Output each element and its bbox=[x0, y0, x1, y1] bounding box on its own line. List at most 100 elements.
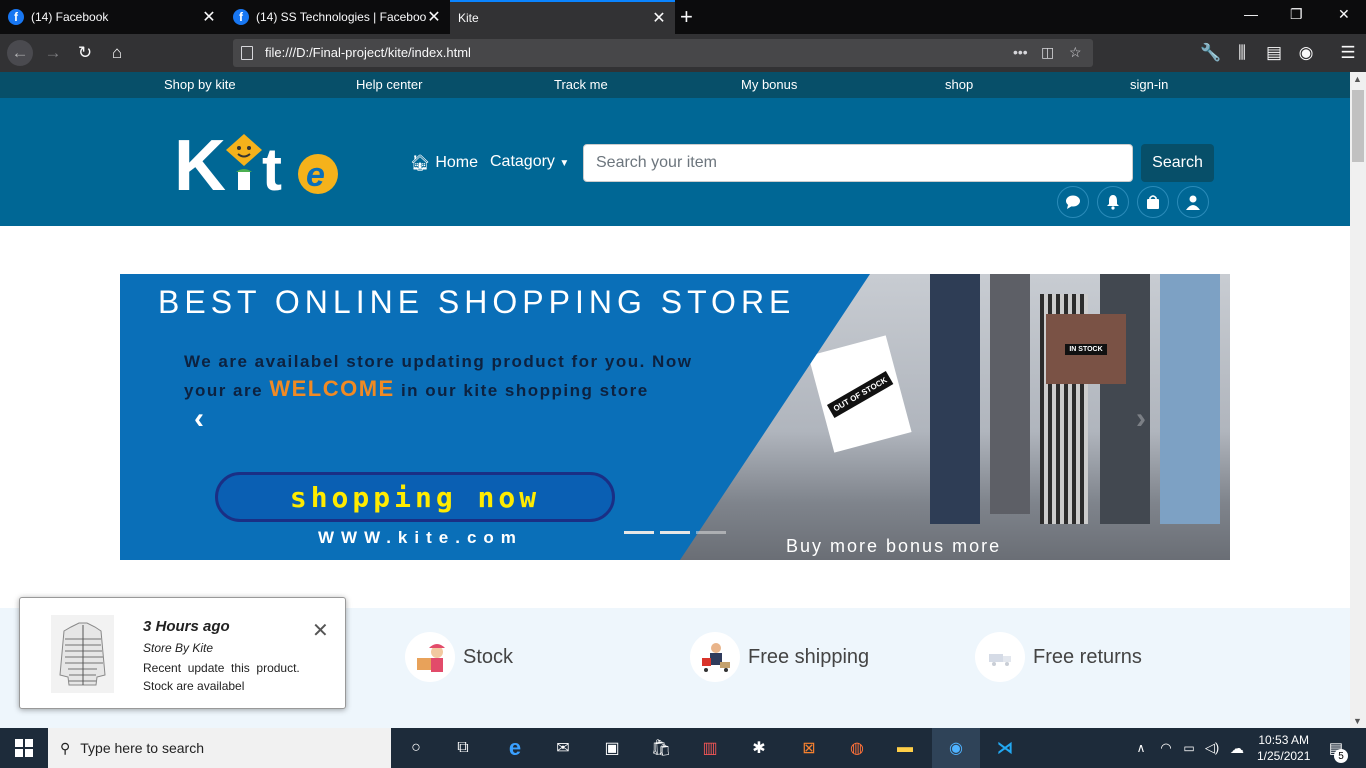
cortana-icon[interactable]: ○ bbox=[404, 736, 428, 760]
carousel-prev-icon[interactable]: ‹ bbox=[194, 402, 204, 436]
sidebar-icon[interactable]: ▤ bbox=[1261, 40, 1287, 66]
library-icon[interactable]: ⫼ bbox=[1229, 40, 1255, 66]
bookmark-star-icon[interactable]: ☆ bbox=[1069, 44, 1082, 61]
page-scrollbar[interactable]: ▲ ▼ bbox=[1350, 72, 1366, 728]
xampp-icon[interactable]: ⊠ bbox=[797, 736, 821, 760]
close-tab-icon[interactable]: ✕ bbox=[201, 7, 217, 27]
chat-button[interactable] bbox=[1057, 186, 1089, 218]
search-input[interactable] bbox=[583, 144, 1133, 182]
svg-text:t: t bbox=[262, 136, 282, 198]
link-sign-in[interactable]: sign-in bbox=[1130, 77, 1168, 92]
notification-time: 3 Hours ago bbox=[143, 618, 230, 635]
link-track-me[interactable]: Track me bbox=[554, 77, 608, 92]
product-thumbnail bbox=[51, 615, 114, 693]
carousel-indicator[interactable] bbox=[660, 531, 690, 534]
reload-icon[interactable]: ↻ bbox=[72, 40, 98, 66]
scroll-up-icon[interactable]: ▲ bbox=[1353, 74, 1362, 84]
tab-title: (14) Facebook bbox=[31, 10, 109, 24]
carousel-indicator[interactable] bbox=[624, 531, 654, 534]
user-button[interactable] bbox=[1177, 186, 1209, 218]
search-button[interactable]: Search bbox=[1141, 144, 1214, 182]
banner-welcome: WELCOME bbox=[269, 376, 395, 401]
mail-icon[interactable]: ✉ bbox=[551, 736, 575, 760]
menu-icon[interactable]: ☰ bbox=[1335, 40, 1361, 66]
volume-icon[interactable]: ◁) bbox=[1200, 736, 1224, 760]
scrollbar-thumb[interactable] bbox=[1352, 90, 1364, 162]
link-help-center[interactable]: Help center bbox=[356, 77, 422, 92]
terminal-icon[interactable]: ▣ bbox=[600, 736, 624, 760]
facebook-icon: f bbox=[8, 9, 24, 25]
tab-ss-technologies[interactable]: f (14) SS Technologies | Facebook ✕ bbox=[225, 0, 450, 34]
link-my-bonus[interactable]: My bonus bbox=[741, 77, 797, 92]
notification-body: Recent update this product. Stock are av… bbox=[143, 659, 318, 695]
nav-category-dropdown[interactable]: Catagory ▼ bbox=[490, 153, 569, 171]
browser-toolbar: ← → ↻ ⌂ file:///D:/Final-project/kite/in… bbox=[0, 34, 1366, 72]
clock-date: 1/25/2021 bbox=[1257, 749, 1311, 763]
url-text: file:///D:/Final-project/kite/index.html bbox=[265, 45, 471, 60]
taskbar-search-placeholder: Type here to search bbox=[80, 740, 205, 756]
top-link-strip: Shop by kite Help center Track me My bon… bbox=[0, 72, 1350, 98]
feature-free-returns: Free returns bbox=[975, 632, 1142, 682]
edge-icon[interactable]: e bbox=[503, 735, 527, 760]
show-hidden-icons-icon[interactable]: ∧ bbox=[1129, 736, 1153, 760]
task-view-icon[interactable]: ⧉ bbox=[451, 736, 475, 760]
search-icon: ⚲ bbox=[60, 739, 71, 756]
hero-carousel[interactable]: OUT OF STOCK IN STOCK BEST ONLINE SHOPPI… bbox=[120, 274, 1230, 560]
taskbar-search[interactable]: ⚲ Type here to search bbox=[48, 728, 391, 768]
link-shop-by-kite[interactable]: Shop by kite bbox=[164, 77, 236, 92]
account-icon[interactable]: ◉ bbox=[1293, 40, 1319, 66]
onedrive-icon[interactable]: ☁ bbox=[1225, 736, 1249, 760]
close-tab-icon[interactable]: ✕ bbox=[651, 8, 667, 28]
kite-logo[interactable]: K t e bbox=[174, 128, 344, 198]
bell-icon bbox=[1107, 195, 1119, 210]
close-icon[interactable]: ✕ bbox=[312, 618, 329, 643]
firefox-icon[interactable]: ◍ bbox=[845, 736, 869, 760]
restore-icon[interactable]: ❐ bbox=[1290, 6, 1303, 23]
nav-home[interactable]: 🏠︎ Home bbox=[410, 153, 478, 173]
battery-icon[interactable]: ▭ bbox=[1177, 736, 1201, 760]
site-header: K t e 🏠︎ Home Catagory ▼ Search bbox=[0, 98, 1350, 226]
more-actions-icon[interactable]: ••• bbox=[1013, 44, 1028, 60]
tab-kite[interactable]: Kite ✕ bbox=[450, 0, 675, 34]
notifications-button[interactable] bbox=[1097, 186, 1129, 218]
home-icon[interactable]: ⌂ bbox=[104, 40, 130, 66]
firefox-active-icon[interactable]: ◉ bbox=[932, 728, 980, 768]
vscode-icon[interactable]: ⋊ bbox=[993, 736, 1017, 760]
banner-website: WWW.kite.com bbox=[318, 528, 523, 547]
notification-line2: Stock are availabel bbox=[143, 679, 245, 693]
shopping-bag-button[interactable] bbox=[1137, 186, 1169, 218]
notification-line1: Recent update this product. bbox=[143, 661, 300, 675]
cursor-app-icon[interactable]: ✱ bbox=[747, 736, 771, 760]
network-icon[interactable]: ◠ bbox=[1154, 736, 1178, 760]
banner-subtitle-line1: We are availabel store updating product … bbox=[184, 352, 693, 371]
banner-title: BEST ONLINE SHOPPING STORE bbox=[158, 284, 796, 320]
tools-icon[interactable]: 🔧 bbox=[1198, 40, 1224, 66]
forward-icon[interactable]: → bbox=[40, 40, 66, 66]
notification-store: Store By Kite bbox=[143, 641, 214, 655]
back-icon[interactable]: ← bbox=[7, 40, 33, 66]
clock[interactable]: 10:53 AM 1/25/2021 bbox=[1257, 732, 1310, 764]
banner-bonus-text: Buy more bonus more bbox=[786, 536, 1002, 556]
facebook-icon: f bbox=[233, 9, 249, 25]
scroll-down-icon[interactable]: ▼ bbox=[1353, 716, 1362, 726]
pocket-icon[interactable]: ◫ bbox=[1041, 44, 1054, 61]
link-shop[interactable]: shop bbox=[945, 77, 973, 92]
windows-start-icon[interactable] bbox=[12, 736, 36, 760]
close-tab-icon[interactable]: ✕ bbox=[426, 7, 442, 27]
tab-title: (14) SS Technologies | Facebook bbox=[256, 10, 426, 24]
store-icon[interactable]: 🛍︎ bbox=[649, 736, 673, 760]
new-tab-icon[interactable]: + bbox=[680, 4, 693, 30]
notification-count-badge: 5 bbox=[1334, 749, 1348, 763]
returns-icon bbox=[975, 632, 1025, 682]
app-icon[interactable]: ▥ bbox=[698, 736, 722, 760]
carousel-indicator[interactable] bbox=[696, 531, 726, 534]
carousel-next-icon[interactable]: › bbox=[1136, 402, 1146, 436]
minimize-icon[interactable]: — bbox=[1244, 6, 1258, 22]
close-window-icon[interactable]: ✕ bbox=[1338, 6, 1350, 23]
file-explorer-icon[interactable]: ▬ bbox=[893, 736, 917, 760]
banner-subtitle-post: in our kite shopping store bbox=[400, 381, 649, 400]
tab-facebook[interactable]: f (14) Facebook ✕ bbox=[0, 0, 225, 34]
home-icon: 🏠︎ bbox=[410, 155, 431, 172]
url-bar[interactable]: file:///D:/Final-project/kite/index.html… bbox=[233, 39, 1093, 67]
shopping-now-button[interactable]: shopping now bbox=[215, 472, 615, 522]
